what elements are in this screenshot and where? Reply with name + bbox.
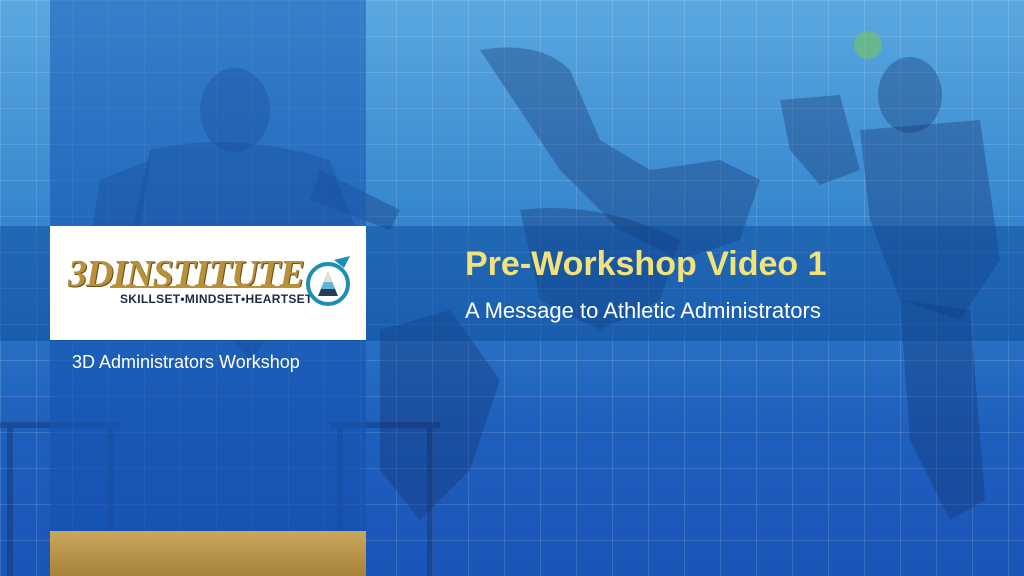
logo: 3DINSTITUTE SKILLSET•MINDSET•HEARTSET	[50, 226, 366, 340]
gold-accent-bar	[50, 531, 366, 576]
slide-subtitle: A Message to Athletic Administrators	[465, 298, 821, 323]
workshop-label: 3D Administrators Workshop	[72, 352, 300, 372]
logo-wordmark: 3DINSTITUTE	[68, 253, 305, 295]
slide-title: Pre-Workshop Video 1	[465, 245, 827, 283]
logo-underline	[110, 286, 300, 288]
logo-tagline: SKILLSET•MINDSET•HEARTSET	[120, 292, 313, 306]
pyramid-icon	[306, 256, 350, 306]
